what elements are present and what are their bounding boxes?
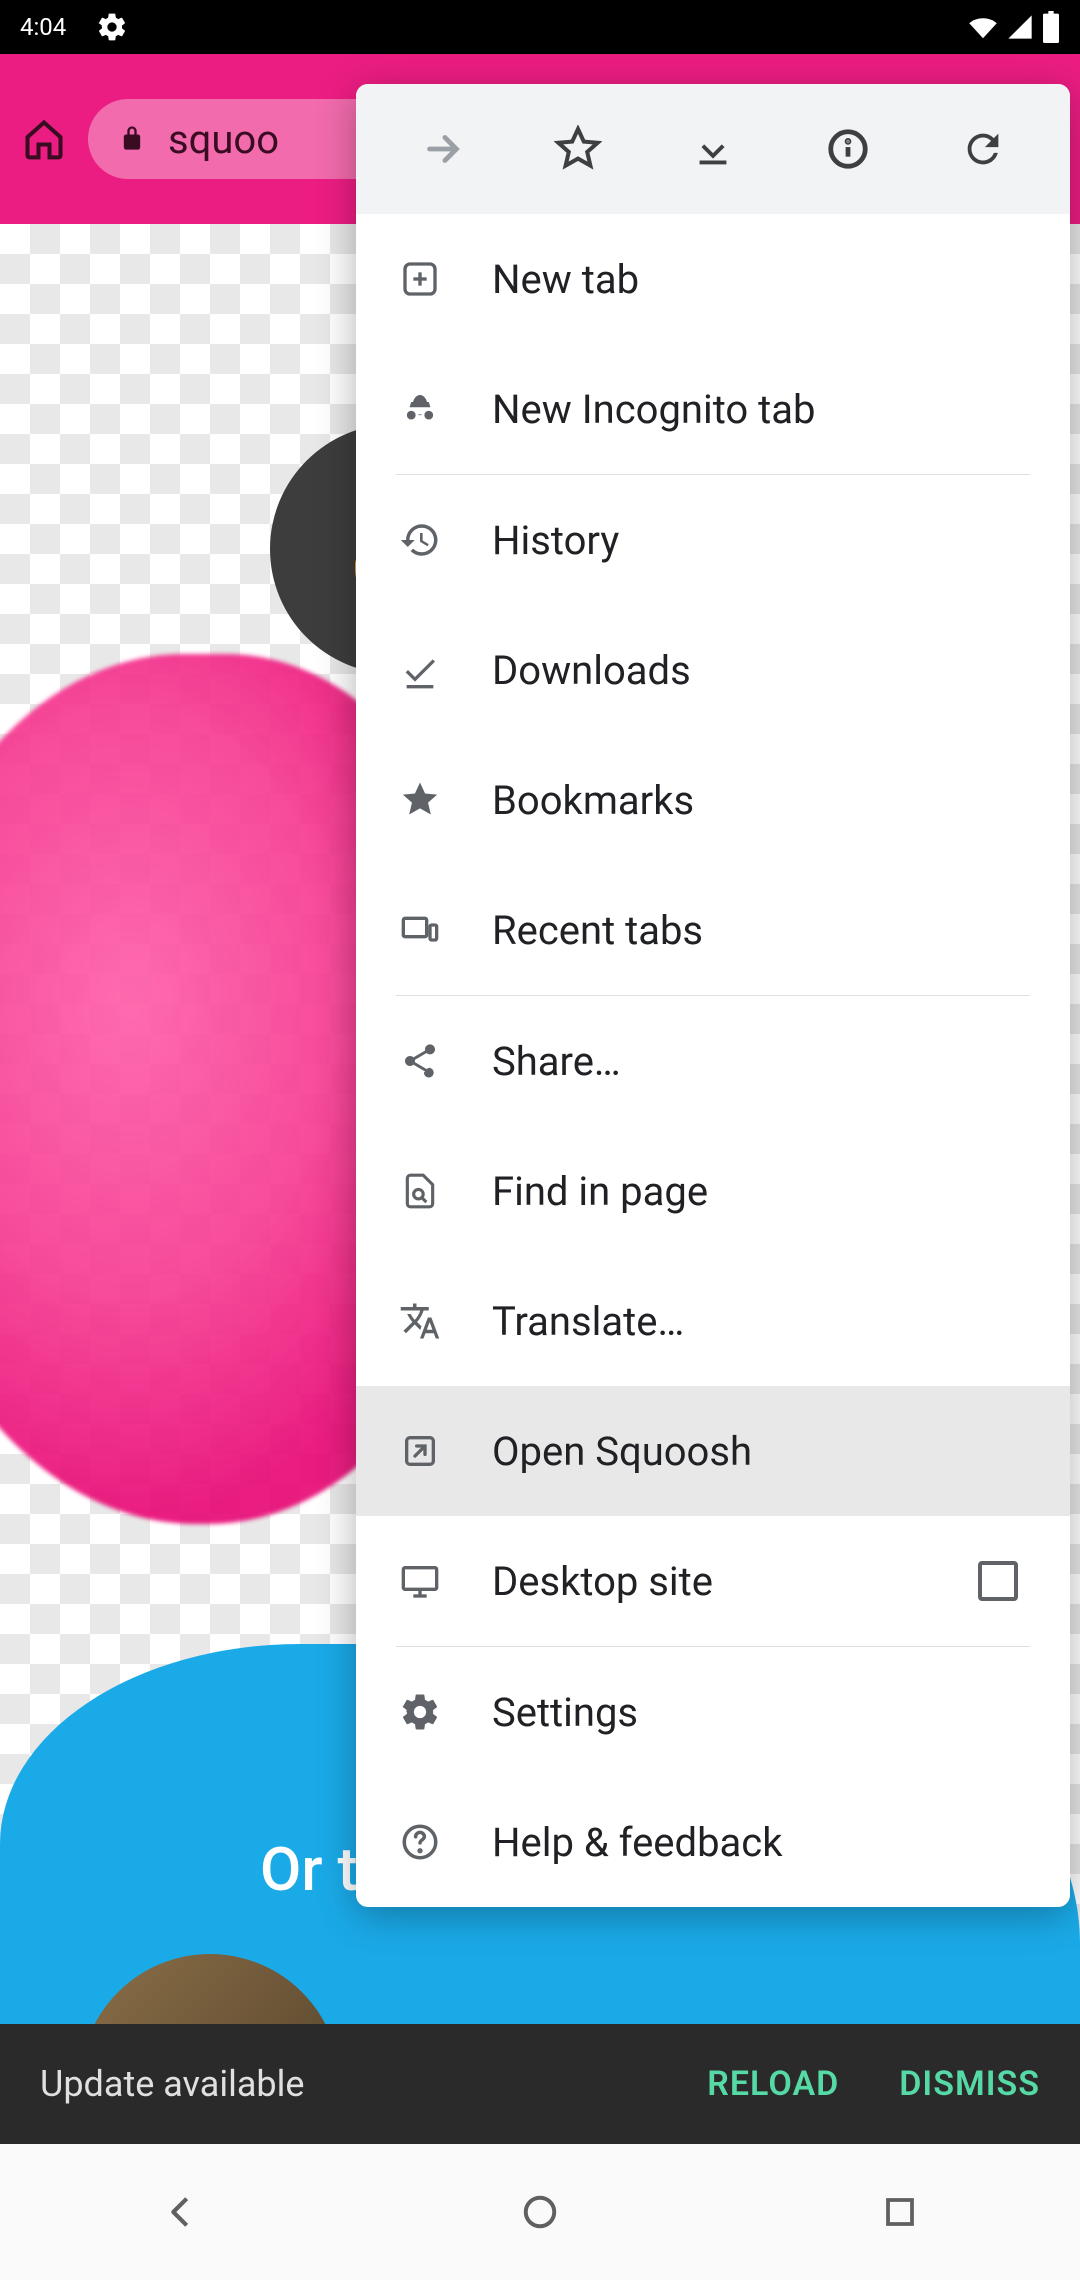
battery-icon <box>1042 11 1060 43</box>
android-nav-bar <box>0 2144 1080 2280</box>
menu-downloads[interactable]: Downloads <box>356 605 1070 735</box>
menu-settings[interactable]: Settings <box>356 1647 1070 1777</box>
menu-bookmarks[interactable]: Bookmarks <box>356 735 1070 865</box>
nav-overview-button[interactable] <box>870 2182 930 2242</box>
menu-label: New tab <box>492 256 1028 303</box>
downloads-icon <box>398 648 442 692</box>
menu-label: Recent tabs <box>492 907 1028 954</box>
menu-label: New Incognito tab <box>492 386 1028 433</box>
recent-tabs-icon <box>398 908 442 952</box>
menu-new-tab[interactable]: New tab <box>356 214 1070 344</box>
menu-label: Open Squoosh <box>492 1428 1028 1475</box>
status-left: 4:04 <box>20 11 128 43</box>
gear-icon <box>96 11 128 43</box>
menu-label: Translate… <box>492 1298 1028 1345</box>
help-icon <box>398 1820 442 1864</box>
menu-desktop-site[interactable]: Desktop site <box>356 1516 1070 1646</box>
status-bar: 4:04 <box>0 0 1080 54</box>
share-icon <box>398 1039 442 1083</box>
menu-label: Settings <box>492 1689 1028 1736</box>
reload-button[interactable] <box>954 120 1012 178</box>
bookmark-button[interactable] <box>549 120 607 178</box>
menu-label: Bookmarks <box>492 777 1028 824</box>
desktop-site-checkbox[interactable] <box>978 1561 1018 1601</box>
or-text: Or t <box>260 1834 357 1905</box>
menu-share[interactable]: Share… <box>356 996 1070 1126</box>
bookmarks-icon <box>398 778 442 822</box>
menu-open-app[interactable]: Open Squoosh <box>356 1386 1070 1516</box>
menu-recent-tabs[interactable]: Recent tabs <box>356 865 1070 995</box>
menu-top-actions <box>356 84 1070 214</box>
history-icon <box>398 518 442 562</box>
menu-label: Desktop site <box>492 1558 928 1605</box>
browser-menu: New tab New Incognito tab History Downlo… <box>356 84 1070 1907</box>
forward-button[interactable] <box>414 120 472 178</box>
desktop-icon <box>398 1559 442 1603</box>
menu-label: Find in page <box>492 1168 1028 1215</box>
menu-label: Downloads <box>492 647 1028 694</box>
menu-new-incognito[interactable]: New Incognito tab <box>356 344 1070 474</box>
new-tab-icon <box>398 257 442 301</box>
home-button[interactable] <box>18 113 70 165</box>
download-button[interactable] <box>684 120 742 178</box>
incognito-icon <box>398 387 442 431</box>
signal-icon <box>1006 13 1034 41</box>
lock-icon <box>118 121 148 157</box>
menu-label: Help & feedback <box>492 1819 1028 1866</box>
nav-home-button[interactable] <box>510 2182 570 2242</box>
wifi-icon <box>968 12 998 42</box>
status-time: 4:04 <box>20 13 66 41</box>
menu-help[interactable]: Help & feedback <box>356 1777 1070 1907</box>
translate-icon <box>398 1299 442 1343</box>
snackbar-message: Update available <box>40 2063 677 2105</box>
update-snackbar: Update available RELOAD DISMISS <box>0 2024 1080 2144</box>
snackbar-reload-button[interactable]: RELOAD <box>707 2064 839 2104</box>
menu-history[interactable]: History <box>356 475 1070 605</box>
menu-translate[interactable]: Translate… <box>356 1256 1070 1386</box>
settings-icon <box>398 1690 442 1734</box>
url-text: squoo <box>168 116 279 163</box>
menu-label: History <box>492 517 1028 564</box>
nav-back-button[interactable] <box>150 2182 210 2242</box>
find-in-page-icon <box>398 1169 442 1213</box>
info-button[interactable] <box>819 120 877 178</box>
status-right <box>968 11 1060 43</box>
menu-find-in-page[interactable]: Find in page <box>356 1126 1070 1256</box>
menu-label: Share… <box>492 1038 1028 1085</box>
snackbar-dismiss-button[interactable]: DISMISS <box>899 2064 1040 2104</box>
open-app-icon <box>398 1429 442 1473</box>
